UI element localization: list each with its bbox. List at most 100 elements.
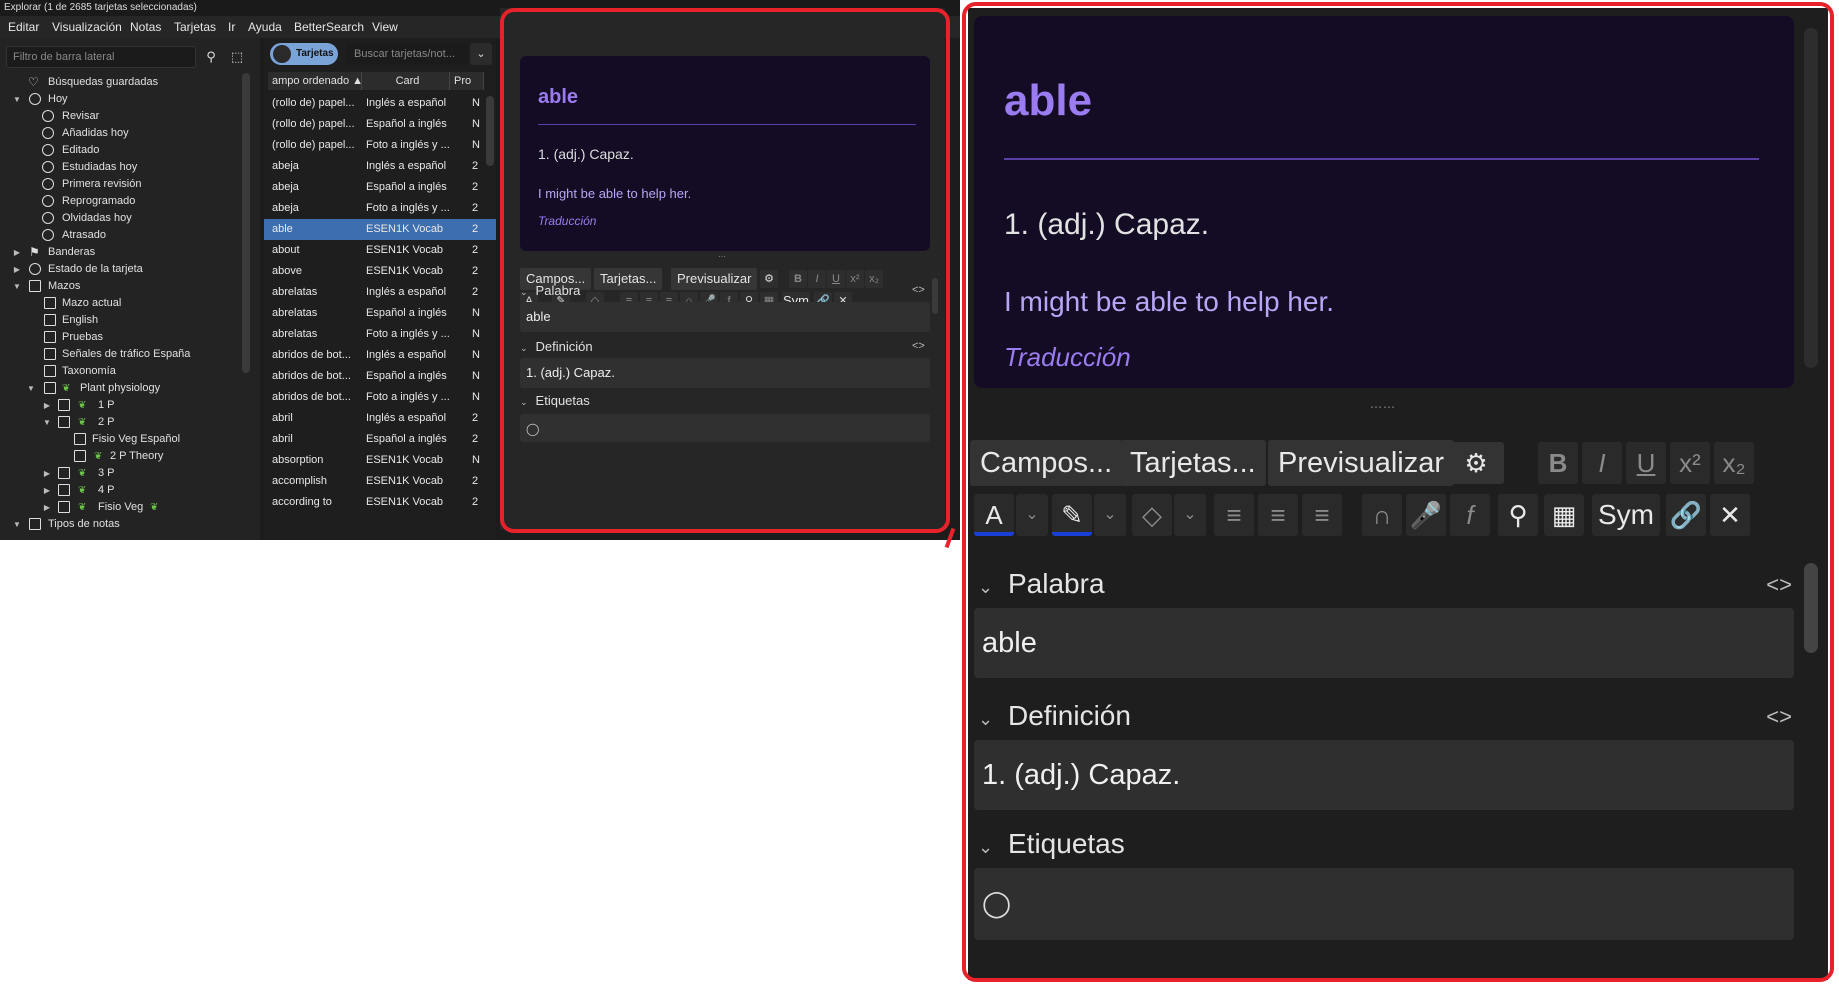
sidebar-item-1p[interactable]: ▶ ❦ 1 P [0,397,240,414]
chevron-right-icon[interactable]: ▶ [42,397,52,414]
sidebar-item-english[interactable]: English [0,312,240,329]
deck-icon [29,280,41,292]
column-card[interactable]: Card [362,72,450,90]
sidebar-item-tests[interactable]: Pruebas [0,329,240,346]
table-row[interactable]: accomplish ESEN1K Vocab 2 [264,471,496,492]
sidebar-item-today[interactable]: ▼ Hoy [0,91,240,108]
sidebar-item-forgotten-today[interactable]: Olvidadas hoy [0,210,240,227]
table-row[interactable]: abridos de bot... Foto a inglés y ... N [264,387,496,408]
clock-icon [42,178,54,190]
deck-icon [44,314,56,326]
sidebar-item-2p[interactable]: ▼ ❦ 2 P [0,414,240,431]
chevron-right-icon[interactable]: ▶ [42,482,52,499]
chevron-down-icon[interactable]: ▼ [26,380,36,397]
chevron-down-icon[interactable]: ▼ [12,516,22,533]
sidebar-item-plant-physiology[interactable]: ▼ ❦ Plant physiology [0,380,240,397]
sidebar-item-taxonomy[interactable]: Taxonomía [0,363,240,380]
sidebar-item-added-today[interactable]: Añadidas hoy [0,125,240,142]
table-search-input[interactable]: Buscar tarjetas/not... [346,43,468,65]
leaf-icon: ❦ [78,417,87,428]
table-row[interactable]: abeja Foto a inglés y ... 2 [264,198,496,219]
deck-icon [44,348,56,360]
table-row[interactable]: abeja Inglés a español 2 [264,156,496,177]
sidebar-item-fisio-veg-espanol[interactable]: Fisio Veg Español [0,431,240,448]
sidebar-item-decks[interactable]: ▼ Mazos [0,278,240,295]
table-row[interactable]: abridos de bot... Inglés a español N [264,345,496,366]
table-row[interactable]: abrelatas Inglés a español 2 [264,282,496,303]
chevron-right-icon[interactable]: ▶ [42,499,52,516]
table-row[interactable]: abridos de bot... Español a inglés N [264,366,496,387]
clock-icon [42,212,54,224]
flag-icon: ⚑ [29,245,40,259]
chevron-down-icon[interactable]: ▼ [12,91,22,108]
deck-icon [58,399,70,411]
deck-icon [44,331,56,343]
table-row-selected[interactable]: able ESEN1K Vocab 2 [264,219,496,240]
clock-icon [42,229,54,241]
search-icon[interactable]: ⚲ [200,46,222,68]
sidebar-scrollbar[interactable] [242,73,250,373]
clock-icon [42,110,54,122]
table-row[interactable]: abeja Español a inglés 2 [264,177,496,198]
menu-view[interactable]: View [372,16,398,38]
clock-icon [29,93,41,105]
highlight-frame-small [500,8,950,533]
deck-icon [58,501,70,513]
sidebar-item-current-deck[interactable]: Mazo actual [0,295,240,312]
sidebar-item-flags[interactable]: ▶ ⚑ Banderas [0,244,240,261]
column-pro[interactable]: Pro [450,72,484,90]
table-row[interactable]: according to ESEN1K Vocab 2 [264,492,496,513]
table-row[interactable]: abrelatas Foto a inglés y ... N [264,324,496,345]
deck-icon [74,450,86,462]
menu-ayuda[interactable]: Ayuda [248,16,282,38]
sidebar-item-studied-today[interactable]: Estudiadas hoy [0,159,240,176]
table-vertical-scrollbar[interactable] [486,96,494,166]
table-row[interactable]: abrelatas Español a inglés N [264,303,496,324]
menu-ir[interactable]: Ir [228,16,235,38]
sidebar-item-card-state[interactable]: ▶ Estado de la tarjeta [0,261,240,278]
chevron-right-icon[interactable]: ▶ [12,261,22,278]
sidebar-filter-input[interactable]: Filtro de barra lateral [6,46,196,68]
table-row[interactable]: abril Español a inglés 2 [264,429,496,450]
sidebar-item-2p-theory[interactable]: ❦ 2 P Theory [0,448,240,465]
leaf-icon: ❦ [78,485,87,496]
chevron-down-icon[interactable]: ⌄ [470,43,492,65]
column-sort-field[interactable]: ampo ordenado ▲ [268,72,362,90]
sidebar-item-fisio-veg[interactable]: ▶ ❦ Fisio Veg ❦ [0,499,240,516]
sidebar-item-rescheduled[interactable]: Reprogramado [0,193,240,210]
sidebar-item-review[interactable]: Revisar [0,108,240,125]
table-row[interactable]: (rollo de) papel... Inglés a español N [264,93,496,114]
table-row[interactable]: above ESEN1K Vocab 2 [264,261,496,282]
heart-icon: ♡ [28,75,39,89]
selection-tool-icon[interactable]: ⬚ [226,46,248,68]
menu-notas[interactable]: Notas [130,16,161,38]
chevron-right-icon[interactable]: ▶ [12,244,22,261]
chevron-down-icon[interactable]: ▼ [12,278,22,295]
deck-icon [44,297,56,309]
table-row[interactable]: abril Inglés a español 2 [264,408,496,429]
table-row[interactable]: (rollo de) papel... Foto a inglés y ... N [264,135,496,156]
chevron-right-icon[interactable]: ▶ [42,465,52,482]
table-row[interactable]: absorption ESEN1K Vocab N [264,450,496,471]
sidebar-item-4p[interactable]: ▶ ❦ 4 P [0,482,240,499]
sidebar-item-note-types[interactable]: ▼ Tipos de notas [0,516,240,533]
sidebar-item-edited[interactable]: Editado [0,142,240,159]
leaf-icon: ❦ [78,468,87,479]
table-row[interactable]: about ESEN1K Vocab 2 [264,240,496,261]
deck-icon [58,416,70,428]
deck-icon [44,382,56,394]
menu-editar[interactable]: Editar [8,16,39,38]
clock-icon [42,161,54,173]
sidebar-item-3p[interactable]: ▶ ❦ 3 P [0,465,240,482]
menu-visualizacion[interactable]: Visualización [52,16,122,38]
menu-tarjetas[interactable]: Tarjetas [174,16,216,38]
card-table: Tarjetas Buscar tarjetas/not... ⌄ ampo o… [264,38,496,540]
table-row[interactable]: (rollo de) papel... Español a inglés N [264,114,496,135]
sidebar-item-saved-searches[interactable]: ♡ Búsquedas guardadas [0,74,240,91]
leaf-icon: ❦ [78,400,87,411]
sidebar-item-overdue[interactable]: Atrasado [0,227,240,244]
sidebar-item-traffic-signs[interactable]: Señales de tráfico España [0,346,240,363]
chevron-down-icon[interactable]: ▼ [42,414,52,431]
menu-bettersearch[interactable]: BetterSearch [294,16,364,38]
sidebar-item-first-review[interactable]: Primera revisión [0,176,240,193]
